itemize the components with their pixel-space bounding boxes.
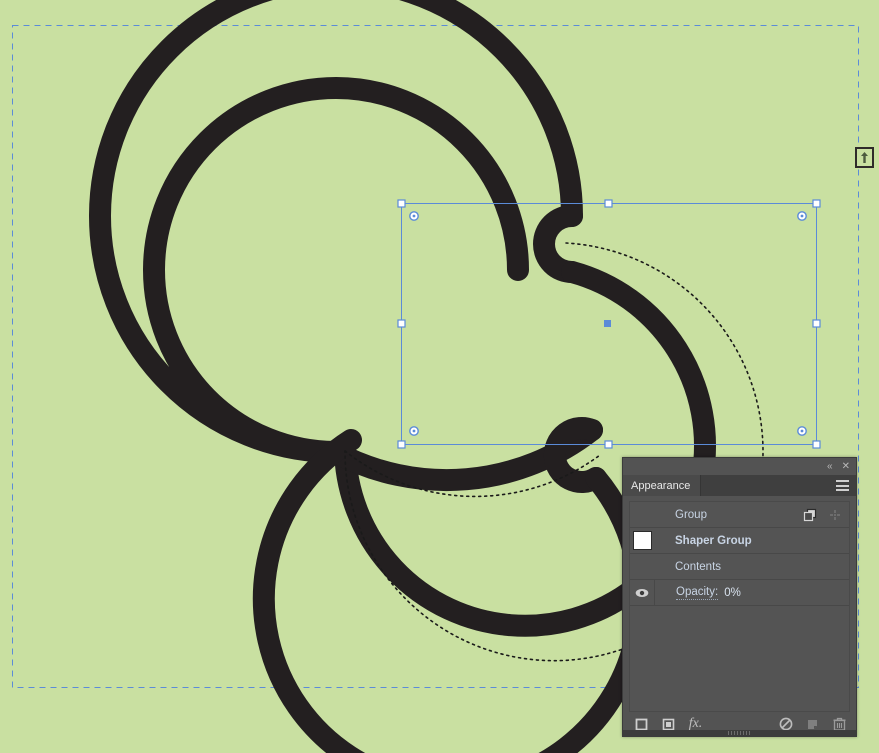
row-swatch-placeholder [630,502,654,527]
row-indent [655,580,676,605]
appearance-row-shaper-group[interactable]: Shaper Group [630,528,849,554]
tab-appearance[interactable]: Appearance [623,475,702,496]
collapse-to-top-button[interactable] [855,147,874,168]
appearance-row-label: Shaper Group [675,534,752,547]
appearance-row-label: Group [675,508,707,521]
close-panel-icon[interactable]: ✕ [842,461,850,472]
center-anchor-handle[interactable] [604,320,611,327]
row-swatch-cell[interactable] [630,528,654,553]
prohibition-icon [779,717,792,731]
selection-bounding-box[interactable] [397,199,821,449]
appearance-row-contents[interactable]: Contents [630,554,849,580]
appearance-row-group[interactable]: Group [630,502,849,528]
fill-swatch[interactable] [632,531,652,550]
appearance-row-opacity[interactable]: Opacity: 0% [630,580,849,606]
duplicate-layers-icon[interactable] [803,508,817,522]
row-indent [654,502,675,527]
panel-menu-icon[interactable] [836,480,849,491]
row-swatch-placeholder [630,554,654,579]
eye-icon [635,588,649,597]
visibility-toggle[interactable] [630,580,655,605]
tab-appearance-label: Appearance [631,479,691,492]
collapse-panel-icon[interactable]: « [827,461,833,472]
appearance-panel[interactable]: « ✕ Appearance Group Shaper Group Conten… [622,457,857,737]
fx-icon: fx. [688,716,703,731]
arrow-up-icon [861,152,868,163]
trash-icon [833,717,846,731]
row-indent [654,528,675,553]
spiral-shaper-group[interactable] [89,0,716,753]
row-indent [654,554,675,579]
opacity-link-label[interactable]: Opacity: [676,586,719,600]
panel-tabbar: Appearance [623,475,856,496]
appearance-list[interactable]: Group Shaper Group Contents Opacity: 0% [629,501,850,712]
panel-footer-toolbar: fx. [623,712,856,736]
panel-titlebar: « ✕ [623,458,856,475]
square-outline-icon [635,718,648,730]
panel-resize-grip[interactable] [623,730,856,736]
row-right-icons [803,502,841,527]
opacity-value[interactable]: 0% [724,587,741,599]
duplicate-page-icon [808,719,817,729]
square-filled-icon [662,718,675,730]
appearance-row-label: Contents [675,560,722,573]
sparkle-icon[interactable] [829,509,841,521]
